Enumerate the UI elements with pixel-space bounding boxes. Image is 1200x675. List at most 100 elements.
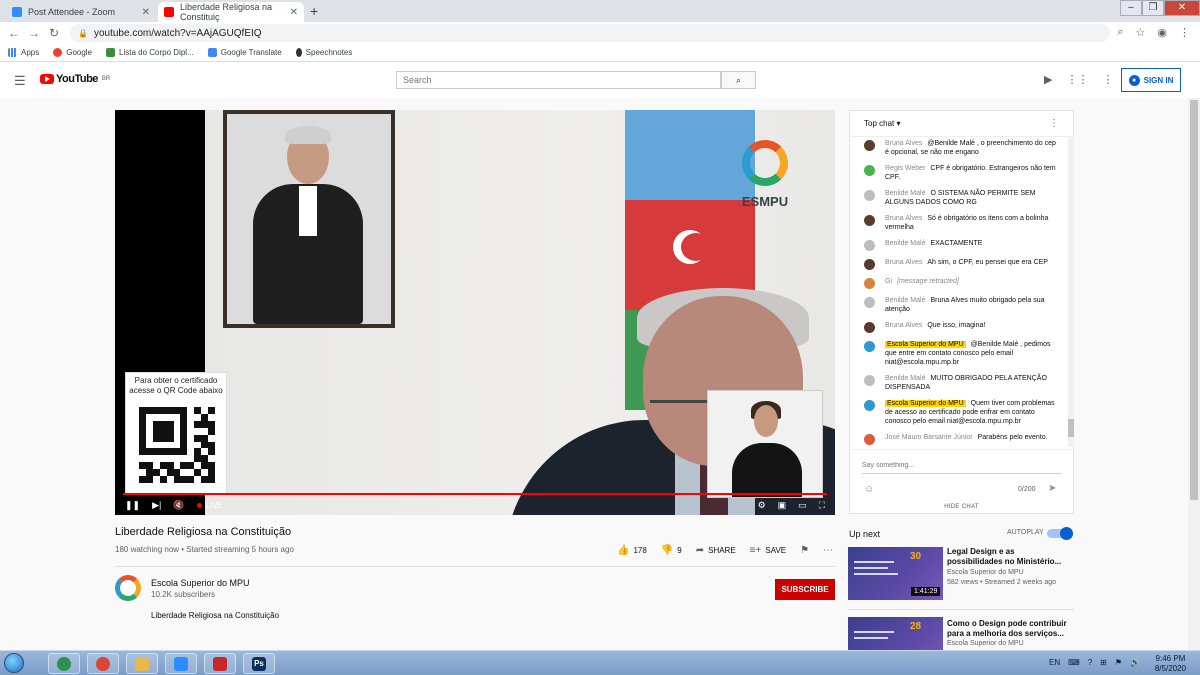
settings-gear-icon[interactable]: ⚙ [758, 500, 766, 511]
sign-in-button[interactable]: ● SIGN IN [1121, 68, 1181, 92]
chat-avatar[interactable] [864, 215, 875, 226]
autoplay-toggle[interactable] [1047, 527, 1073, 540]
language-indicator[interactable]: EN [1049, 658, 1060, 667]
search-input[interactable] [396, 71, 721, 89]
menu-kebab-icon[interactable]: ⋮ [1179, 26, 1190, 39]
chat-scrollbar[interactable] [1068, 137, 1074, 447]
restore-icon[interactable]: ❐ [1142, 0, 1164, 16]
chat-avatar[interactable] [864, 434, 875, 445]
send-icon[interactable]: ➤ [1048, 483, 1056, 494]
chat-avatar[interactable] [864, 190, 875, 201]
create-video-icon[interactable]: ▶ [1044, 73, 1052, 86]
bookmark-speechnotes[interactable]: Speechnotes [295, 48, 352, 57]
help-icon[interactable]: ? [1088, 658, 1092, 667]
like-button[interactable]: 👍 178 [617, 545, 647, 556]
bookmark-lista[interactable]: Lista do Corpo Dipl... [106, 48, 194, 57]
channel-avatar[interactable] [115, 575, 141, 601]
chat-author[interactable]: Bruna Alves [885, 140, 922, 147]
url-field[interactable]: 🔒 youtube.com/watch?v=AAjAGUQfEIQ [70, 24, 1110, 42]
volume-icon[interactable]: 🔊 [1130, 658, 1140, 667]
taskbar-app-button[interactable] [87, 653, 119, 674]
chat-mode-dropdown[interactable]: Top chat ▾ [864, 119, 901, 128]
apps-grid-icon[interactable]: ⋮⋮ [1066, 73, 1088, 86]
windows-start-icon[interactable] [4, 653, 24, 673]
bookmark-apps[interactable]: Apps [8, 48, 39, 57]
video-player[interactable]: ESMPU Para obter o certificado acesse o … [115, 110, 835, 515]
chat-avatar[interactable] [864, 259, 875, 270]
miniplayer-icon[interactable]: ▣ [778, 500, 787, 511]
bookmark-translate[interactable]: Google Translate [207, 48, 282, 57]
flag-tray-icon[interactable]: ⚑ [1115, 658, 1122, 667]
recommended-title[interactable]: Legal Design e as possibilidades no Mini… [947, 547, 1072, 567]
search-button[interactable]: ⌕ [721, 71, 756, 89]
dislike-button[interactable]: 👎 9 [661, 545, 682, 556]
system-clock[interactable]: 9:46 PM 8/5/2020 [1155, 654, 1186, 674]
chat-avatar[interactable] [864, 240, 875, 251]
taskbar-app-button[interactable] [48, 653, 80, 674]
bookmark-star-icon[interactable]: ☆ [1136, 26, 1146, 39]
chat-avatar[interactable] [864, 341, 875, 352]
window-close-icon[interactable]: ✕ [1164, 0, 1200, 16]
zoom-magnifier-icon[interactable]: ⌕ [1117, 26, 1123, 39]
chat-menu-kebab-icon[interactable]: ⋮ [1049, 118, 1059, 129]
chat-author[interactable]: Benilde Malé [885, 190, 925, 197]
chat-avatar[interactable] [864, 375, 875, 386]
save-button[interactable]: ≡+ SAVE [750, 545, 786, 556]
mute-icon[interactable]: 🔇 [173, 500, 184, 511]
keyboard-icon[interactable]: ⌨ [1068, 658, 1080, 667]
chat-avatar[interactable] [864, 297, 875, 308]
live-badge[interactable]: LIVE [197, 501, 223, 510]
chat-author[interactable]: Benilde Malé [885, 297, 925, 304]
chat-author[interactable]: Bruna Alves [885, 215, 922, 222]
subscribe-button[interactable]: SUBSCRIBE [775, 579, 835, 600]
taskbar-app-button[interactable] [204, 653, 236, 674]
more-actions-button[interactable]: ⋯ [823, 545, 833, 556]
chat-avatar[interactable] [864, 140, 875, 151]
chat-author[interactable]: Escola Superior do MPU [885, 400, 966, 407]
reload-icon[interactable]: ↻ [44, 26, 64, 40]
back-arrow-icon[interactable]: ← [4, 26, 24, 40]
recommended-video[interactable]: 30 1:41:29 Legal Design e as possibilida… [848, 547, 1074, 603]
chat-author[interactable]: Gi [885, 278, 892, 285]
fullscreen-icon[interactable]: ⛶ [819, 500, 825, 511]
taskbar-app-button[interactable] [126, 653, 158, 674]
chat-message-input[interactable] [862, 458, 1062, 474]
chat-author[interactable]: Benilde Malé [885, 375, 925, 382]
chat-author[interactable]: Escola Superior do MPU [885, 341, 966, 348]
theater-mode-icon[interactable]: ▭ [798, 500, 807, 511]
channel-name[interactable]: Escola Superior do MPU [151, 578, 250, 588]
taskbar-app-button[interactable] [165, 653, 197, 674]
chat-author[interactable]: Bruna Alves [885, 322, 922, 329]
pause-icon[interactable]: ❚❚ [125, 500, 140, 511]
close-icon[interactable]: ✕ [142, 7, 150, 18]
minimize-icon[interactable]: – [1120, 0, 1142, 16]
chat-author[interactable]: Bruna Alves [885, 259, 922, 266]
new-tab-button[interactable]: + [310, 3, 318, 19]
report-button[interactable]: ⚑ [800, 545, 809, 556]
hamburger-menu-icon[interactable]: ☰ [14, 73, 26, 89]
video-thumbnail[interactable]: 28 [848, 617, 943, 650]
recommended-video[interactable]: 28 Como o Design pode contribuir para a … [848, 617, 1074, 650]
tab-youtube[interactable]: Liberdade Religiosa na Constituiç ✕ [158, 2, 304, 22]
chat-avatar[interactable] [864, 165, 875, 176]
network-icon[interactable]: ⊞ [1100, 658, 1107, 667]
profile-icon[interactable]: ◉ [1157, 26, 1167, 39]
taskbar-app-button[interactable]: Ps [243, 653, 275, 674]
chat-avatar[interactable] [864, 322, 875, 333]
bookmark-google[interactable]: Google [53, 48, 92, 57]
chat-avatar[interactable] [864, 278, 875, 289]
chat-author[interactable]: Benilde Malé [885, 240, 925, 247]
next-icon[interactable]: ▶| [152, 500, 161, 511]
chat-author[interactable]: José Mauro Barsante Júnior [885, 434, 973, 441]
chat-author[interactable]: Regis Weber [885, 165, 925, 172]
chat-avatar[interactable] [864, 400, 875, 411]
tab-zoom[interactable]: Post Attendee - Zoom ✕ [6, 2, 156, 22]
settings-kebab-icon[interactable]: ⋮ [1102, 73, 1113, 86]
youtube-logo[interactable]: YouTube BR [40, 73, 110, 85]
hide-chat-button[interactable]: HIDE CHAT [850, 504, 1073, 510]
close-icon[interactable]: ✕ [290, 7, 298, 18]
page-scrollbar[interactable] [1188, 98, 1200, 650]
forward-arrow-icon[interactable]: → [24, 26, 44, 40]
recommended-title[interactable]: Como o Design pode contribuir para a mel… [947, 619, 1072, 639]
share-button[interactable]: ➦ SHARE [696, 545, 736, 556]
